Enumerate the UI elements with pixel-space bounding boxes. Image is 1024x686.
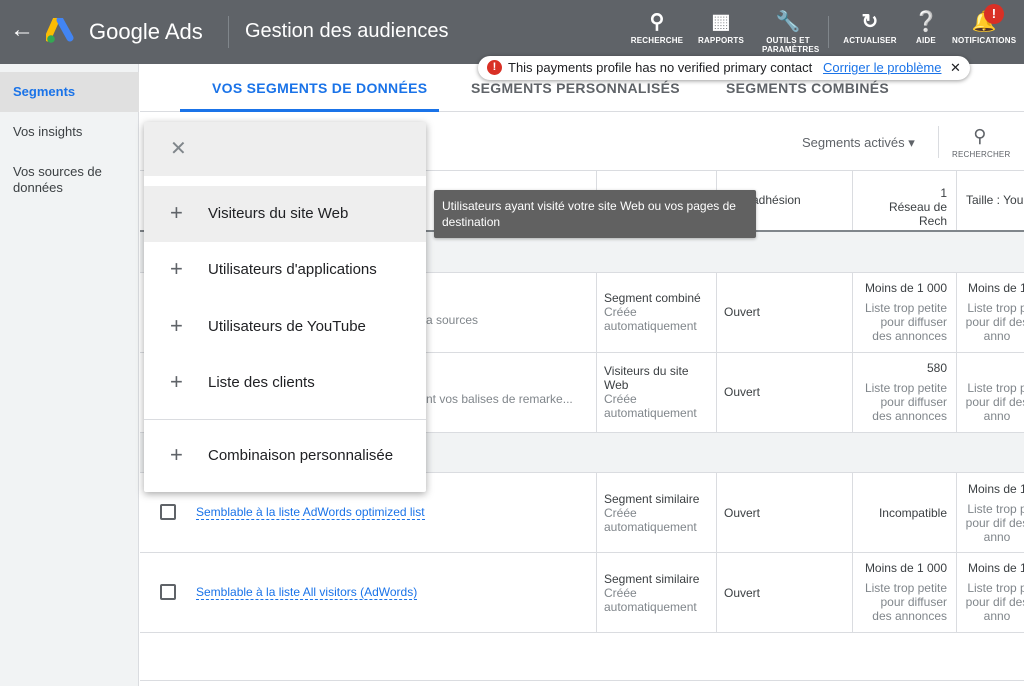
google-ads-logo	[46, 18, 74, 43]
menu-item-label: Liste des clients	[208, 374, 315, 391]
back-arrow-icon[interactable]: ←	[10, 16, 34, 44]
segment-type: Segment combiné	[604, 291, 701, 305]
menu-item-custom-combination[interactable]: + Combinaison personnalisée	[144, 428, 426, 484]
menu-item-customer-list[interactable]: + Liste des clients	[144, 355, 426, 411]
notifications-button[interactable]: 🔔 NOTIFICATIONS !	[952, 4, 1016, 45]
sidebar-item-segments[interactable]: Segments	[0, 72, 139, 112]
tab-combined-segments[interactable]: SEGMENTS COMBINÉS	[726, 80, 889, 96]
row-description: a sources	[426, 313, 479, 327]
segment-link[interactable]: Semblable à la liste AdWords optimized l…	[196, 505, 425, 520]
segment-type-sub: Créée automatiquement	[604, 586, 697, 614]
dropdown-arrow-icon: ▾	[908, 135, 915, 150]
size-note: Liste trop p pour dif des anno	[965, 581, 1024, 623]
size-note: Liste trop p pour dif des anno	[965, 301, 1024, 343]
segment-link[interactable]: Semblable à la liste All visitors (AdWor…	[196, 585, 418, 600]
segment-type-sub: Créée automatiquement	[604, 506, 697, 534]
page-title: Gestion des audiences	[245, 20, 449, 42]
adhesion-status: Ouvert	[724, 586, 761, 600]
row-checkbox[interactable]	[160, 504, 176, 520]
sidebar-item-data-sources[interactable]: Vos sources de données	[0, 164, 120, 196]
segment-type: Segment similaire	[604, 492, 700, 506]
close-menu-icon[interactable]: ✕	[170, 136, 187, 161]
reports-button[interactable]: ▦ RAPPORTS	[696, 10, 746, 45]
adhesion-status: Ouvert	[724, 506, 761, 520]
top-bar: ← Google Ads Gestion des audiences ⚲ RECH…	[0, 0, 1024, 64]
size-note: Liste trop petite pour diffuser des anno…	[864, 381, 947, 423]
alert-banner: ! This payments profile has no verified …	[478, 56, 970, 80]
menu-item-label: Utilisateurs de YouTube	[208, 318, 366, 335]
row-description: nt vos balises de remarke...	[426, 392, 573, 406]
menu-item-label: Visiteurs du site Web	[208, 205, 349, 222]
size-value: Moins de 1 000	[864, 561, 947, 575]
row-checkbox[interactable]	[160, 584, 176, 600]
sidebar: Segments Vos insights Vos sources de don…	[0, 64, 139, 686]
size-value: Moins de 1 000	[864, 281, 947, 295]
search-button[interactable]: ⚲ RECHERCHE	[630, 10, 684, 45]
help-icon: ❔	[913, 11, 939, 33]
alert-message: This payments profile has no verified pr…	[508, 60, 813, 75]
error-icon: !	[487, 60, 502, 75]
size-value: Incompatible	[878, 506, 947, 520]
plus-icon: +	[170, 369, 183, 394]
fix-problem-link[interactable]: Corriger le problème	[823, 56, 942, 80]
size-value: Moins de 1	[968, 561, 1024, 575]
plus-icon: +	[170, 200, 183, 225]
menu-item-label: Utilisateurs d'applications	[208, 261, 377, 278]
search-icon: ⚲	[649, 11, 665, 33]
tooltip: Utilisateurs ayant visité votre site Web…	[434, 190, 756, 238]
segment-type: Visiteurs du site Web	[604, 364, 689, 392]
segment-type: Segment similaire	[604, 572, 700, 586]
tools-button[interactable]: 🔧 OUTILS ET PARAMÈTRES	[762, 10, 819, 54]
col-header-reseau-top: 1	[940, 186, 947, 200]
close-alert-icon[interactable]: ✕	[950, 56, 961, 80]
plus-icon: +	[170, 442, 183, 467]
size-value: Moins de 1	[968, 482, 1024, 496]
plus-icon: +	[170, 256, 183, 281]
tab-custom-segments[interactable]: SEGMENTS PERSONNALISÉS	[471, 80, 680, 96]
col-header-adhesion[interactable]: adhésion	[752, 193, 801, 207]
menu-item-youtube-users[interactable]: + Utilisateurs de YouTube	[144, 299, 426, 355]
segment-type-sub: Créée automatiquement	[604, 305, 697, 333]
refresh-icon: ↻	[861, 11, 879, 33]
col-header-reseau[interactable]: Réseau de Rech	[860, 200, 947, 228]
menu-item-label: Combinaison personnalisée	[208, 447, 394, 464]
add-segment-menu: ✕ + Visiteurs du site Web + Utilisateurs d…	[144, 122, 426, 492]
size-note: Liste trop petite pour diffuser des anno…	[864, 301, 947, 343]
sidebar-item-insights[interactable]: Vos insights	[0, 124, 139, 139]
segment-filter-dropdown[interactable]: Segments activés ▾	[802, 135, 915, 151]
size-note: Liste trop p pour dif des anno	[965, 381, 1024, 423]
wrench-icon: 🔧	[775, 11, 801, 33]
menu-item-website-visitors[interactable]: + Visiteurs du site Web	[144, 186, 426, 242]
notification-badge: !	[984, 4, 1004, 24]
segment-type-sub: Créée automatiquement	[604, 392, 697, 420]
adhesion-status: Ouvert	[724, 385, 761, 399]
adhesion-status: Ouvert	[724, 305, 761, 319]
tab-data-segments[interactable]: VOS SEGMENTS DE DONNÉES	[212, 80, 427, 96]
help-button[interactable]: ❔ AIDE	[908, 10, 944, 45]
size-value: Moins de 1	[968, 281, 1024, 295]
table-search-button[interactable]: ⚲ RECHERCHER	[952, 124, 1010, 159]
size-note: Liste trop petite pour diffuser des anno…	[864, 581, 947, 623]
size-note: Liste trop p pour dif des anno	[965, 502, 1024, 544]
plus-icon: +	[170, 313, 183, 338]
menu-item-app-users[interactable]: + Utilisateurs d'applications	[144, 242, 426, 298]
refresh-button[interactable]: ↻ ACTUALISER	[840, 10, 900, 45]
search-icon: ⚲	[973, 126, 987, 146]
size-value: 580	[926, 361, 947, 375]
bar-chart-icon: ▦	[711, 11, 731, 33]
app-name: Google Ads	[89, 19, 203, 44]
col-header-taille[interactable]: Taille : You	[966, 193, 1023, 207]
